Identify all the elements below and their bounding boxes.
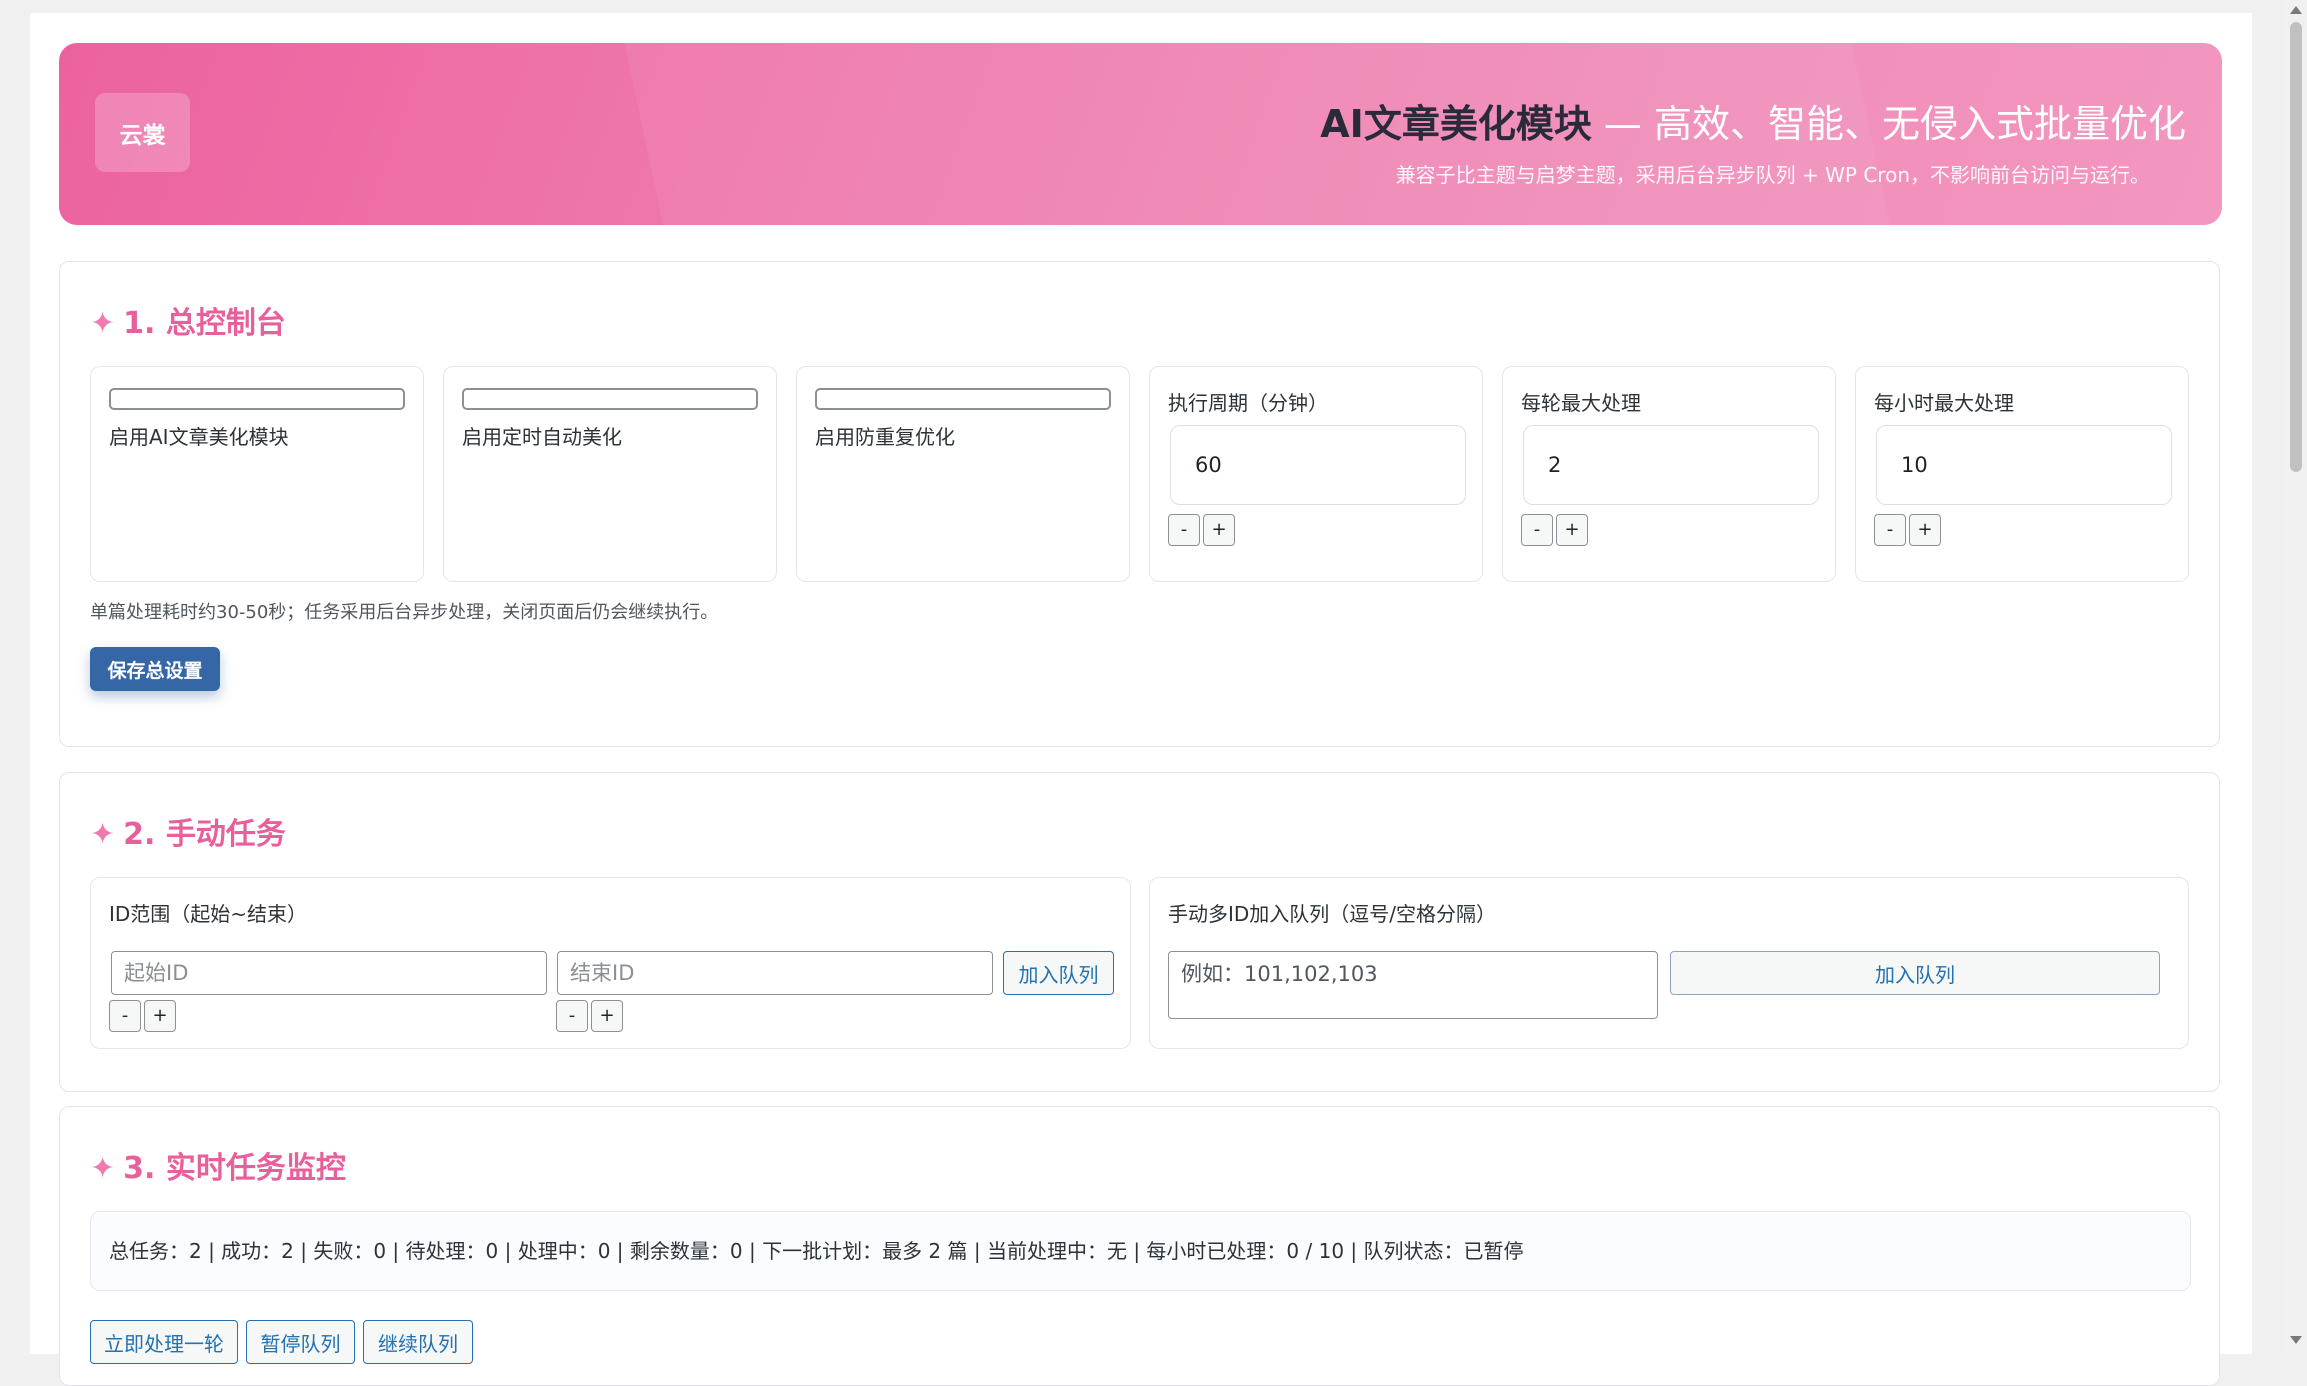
page-subtitle: 兼容子比主题与启梦主题，采用后台异步队列 + WP Cron，不影响前台访问与运… bbox=[1395, 163, 2150, 187]
per-round-input[interactable]: 2 bbox=[1523, 425, 1819, 505]
number-card-per-hour: 每小时最大处理 10 - + bbox=[1855, 366, 2189, 582]
page-title: AI文章美化模块 — 高效、智能、无侵入式批量优化 bbox=[1320, 93, 2186, 148]
toggle-label: 启用防重复优化 bbox=[815, 425, 955, 449]
process-round-button[interactable]: 立即处理一轮 bbox=[90, 1320, 238, 1364]
id-range-card: ID范围（起始~结束） 起始ID 结束ID 加入队列 - + - + bbox=[90, 877, 1131, 1049]
pause-queue-button[interactable]: 暂停队列 bbox=[246, 1320, 355, 1364]
enable-schedule-toggle[interactable] bbox=[462, 388, 758, 410]
interval-input[interactable]: 60 bbox=[1170, 425, 1466, 505]
decrement-button[interactable]: - bbox=[556, 1000, 588, 1032]
enable-module-toggle[interactable] bbox=[109, 388, 405, 410]
field-label: 手动多ID加入队列（逗号/空格分隔） bbox=[1168, 902, 1497, 926]
decrement-button[interactable]: - bbox=[109, 1000, 141, 1032]
end-id-input[interactable]: 结束ID bbox=[557, 951, 993, 995]
decrement-button[interactable]: - bbox=[1521, 514, 1553, 546]
increment-button[interactable]: + bbox=[144, 1000, 176, 1032]
section-title: ✦ 1. 总控制台 bbox=[90, 298, 286, 342]
sparkle-icon: ✦ bbox=[90, 817, 116, 852]
scroll-up-arrow-icon[interactable] bbox=[2290, 6, 2302, 14]
section-title: ✦ 2. 手动任务 bbox=[90, 809, 286, 853]
sparkle-icon: ✦ bbox=[90, 1151, 116, 1186]
section-task-monitor: ✦ 3. 实时任务监控 总任务：2 | 成功：2 | 失败：0 | 待处理：0 |… bbox=[59, 1106, 2220, 1386]
page-title-rest: — 高效、智能、无侵入式批量优化 bbox=[1591, 102, 2186, 146]
increment-button[interactable]: + bbox=[1203, 514, 1235, 546]
field-label: 执行周期（分钟） bbox=[1168, 391, 1328, 415]
toggle-label: 启用定时自动美化 bbox=[462, 425, 622, 449]
scrollbar-thumb[interactable] bbox=[2290, 22, 2302, 472]
scroll-down-arrow-icon[interactable] bbox=[2290, 1336, 2302, 1344]
brand-logo: 云裳 bbox=[95, 93, 190, 172]
processing-hint: 单篇处理耗时约30-50秒；任务采用后台异步处理，关闭页面后仍会继续执行。 bbox=[90, 602, 719, 623]
toggle-card-schedule: 启用定时自动美化 bbox=[443, 366, 777, 582]
section-control-panel: ✦ 1. 总控制台 启用AI文章美化模块 启用定时自动美化 启用防重复优化 执行周… bbox=[59, 261, 2220, 747]
field-label: 每小时最大处理 bbox=[1874, 391, 2014, 415]
toggle-card-dedupe: 启用防重复优化 bbox=[796, 366, 1130, 582]
increment-button[interactable]: + bbox=[591, 1000, 623, 1032]
number-card-per-round: 每轮最大处理 2 - + bbox=[1502, 366, 1836, 582]
toggle-card-enable-module: 启用AI文章美化模块 bbox=[90, 366, 424, 582]
number-card-interval: 执行周期（分钟） 60 - + bbox=[1149, 366, 1483, 582]
section-title-text: 2. 手动任务 bbox=[123, 817, 286, 852]
increment-button[interactable]: + bbox=[1556, 514, 1588, 546]
field-label: ID范围（起始~结束） bbox=[109, 902, 308, 926]
section-manual-task: ✦ 2. 手动任务 ID范围（起始~结束） 起始ID 结束ID 加入队列 - + … bbox=[59, 772, 2220, 1092]
section-title-text: 1. 总控制台 bbox=[123, 306, 286, 341]
per-hour-input[interactable]: 10 bbox=[1876, 425, 2172, 505]
save-settings-button[interactable]: 保存总设置 bbox=[90, 647, 220, 691]
field-label: 每轮最大处理 bbox=[1521, 391, 1641, 415]
admin-page: 云裳 AI文章美化模块 — 高效、智能、无侵入式批量优化 兼容子比主题与启梦主题… bbox=[30, 13, 2252, 1386]
queue-status-summary: 总任务：2 | 成功：2 | 失败：0 | 待处理：0 | 处理中：0 | 剩余… bbox=[90, 1211, 2191, 1291]
section-title-text: 3. 实时任务监控 bbox=[123, 1151, 346, 1186]
decrement-button[interactable]: - bbox=[1874, 514, 1906, 546]
header-banner: 云裳 AI文章美化模块 — 高效、智能、无侵入式批量优化 兼容子比主题与启梦主题… bbox=[59, 43, 2222, 225]
page-scrollbar[interactable] bbox=[2285, 0, 2307, 1354]
decrement-button[interactable]: - bbox=[1168, 514, 1200, 546]
multi-id-textarea[interactable]: 例如：101,102,103 bbox=[1168, 951, 1658, 1019]
toggle-label: 启用AI文章美化模块 bbox=[109, 425, 289, 449]
add-range-to-queue-button[interactable]: 加入队列 bbox=[1003, 951, 1114, 995]
sparkle-icon: ✦ bbox=[90, 306, 116, 341]
add-ids-to-queue-button[interactable]: 加入队列 bbox=[1670, 951, 2160, 995]
start-id-input[interactable]: 起始ID bbox=[111, 951, 547, 995]
page-title-strong: AI文章美化模块 bbox=[1320, 102, 1592, 146]
multi-id-card: 手动多ID加入队列（逗号/空格分隔） 例如：101,102,103 加入队列 bbox=[1149, 877, 2189, 1049]
enable-dedupe-toggle[interactable] bbox=[815, 388, 1111, 410]
resume-queue-button[interactable]: 继续队列 bbox=[363, 1320, 473, 1364]
increment-button[interactable]: + bbox=[1909, 514, 1941, 546]
section-title: ✦ 3. 实时任务监控 bbox=[90, 1143, 346, 1187]
